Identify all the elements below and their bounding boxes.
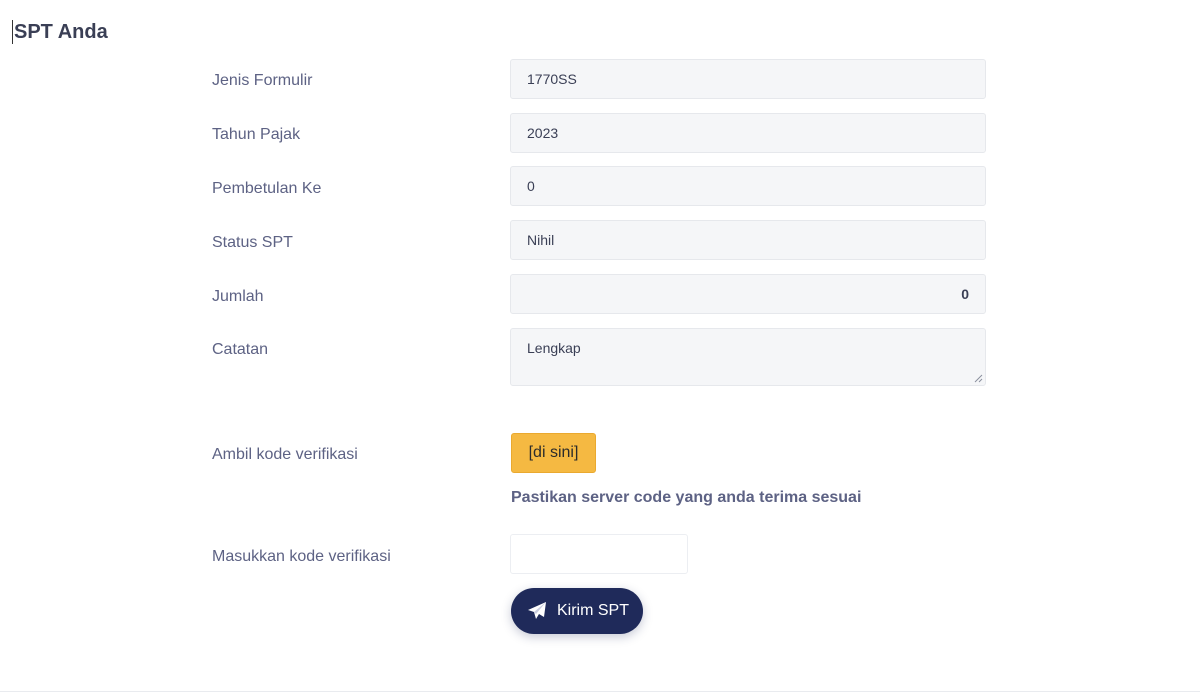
catatan-label: Catatan: [212, 341, 269, 358]
pembetulan-ke-value: 0: [527, 178, 535, 194]
tahun-pajak-label: Tahun Pajak: [212, 126, 301, 143]
jumlah-label: Jumlah: [212, 288, 264, 305]
enter-verification-label: Masukkan kode verifikasi: [212, 548, 391, 565]
submit-spt-button[interactable]: Kirim SPT: [511, 588, 643, 634]
jumlah-value: 0: [961, 286, 969, 302]
paper-plane-icon: [528, 602, 546, 619]
jenis-formulir-value: 1770SS: [527, 71, 577, 87]
resize-grip-icon[interactable]: [973, 373, 983, 383]
submit-spt-label: Kirim SPT: [557, 602, 629, 619]
get-code-button[interactable]: [di sini]: [511, 433, 596, 473]
status-spt-value: Nihil: [527, 232, 555, 248]
page-title: SPT Anda: [12, 20, 108, 44]
verification-hint: Pastikan server code yang anda terima se…: [511, 489, 862, 506]
jumlah-field[interactable]: 0: [510, 274, 986, 314]
tahun-pajak-field[interactable]: 2023: [510, 113, 986, 153]
status-spt-label: Status SPT: [212, 234, 293, 251]
jenis-formulir-label: Jenis Formulir: [212, 72, 313, 89]
bottom-divider: [0, 691, 1200, 692]
jenis-formulir-field[interactable]: 1770SS: [510, 59, 986, 99]
catatan-textarea[interactable]: Lengkap: [510, 328, 986, 386]
pembetulan-ke-label: Pembetulan Ke: [212, 180, 322, 197]
catatan-value: Lengkap: [527, 340, 581, 356]
status-spt-field[interactable]: Nihil: [510, 220, 986, 260]
verification-code-input[interactable]: [510, 534, 688, 574]
tahun-pajak-value: 2023: [527, 125, 559, 141]
get-verification-label: Ambil kode verifikasi: [212, 446, 358, 463]
pembetulan-ke-field[interactable]: 0: [510, 166, 986, 206]
